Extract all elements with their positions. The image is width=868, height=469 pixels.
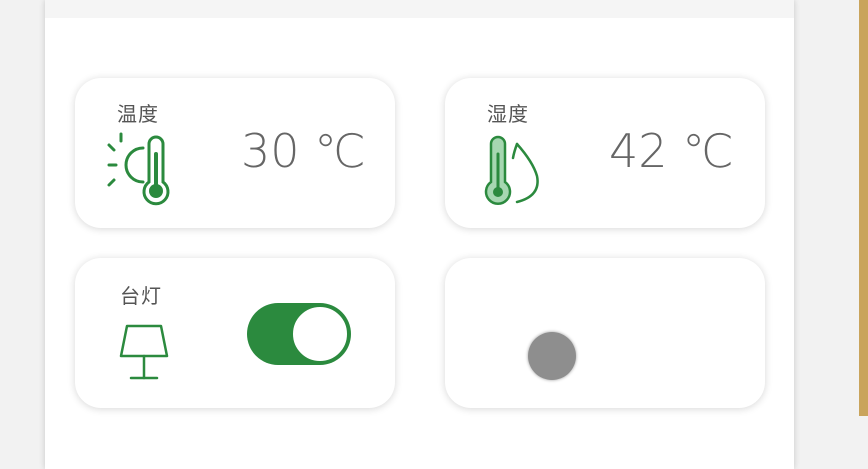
sun-thermometer-icon [107,132,170,206]
humidity-value: 42 ℃ [609,124,734,178]
humidity-thermometer-icon [484,135,539,205]
lamp-card: 台灯 [75,258,395,408]
toggle-knob [291,305,349,363]
lamp-icon [119,324,169,380]
status-card [445,258,765,408]
status-dot [528,332,576,380]
temperature-label: 温度 [117,102,159,126]
humidity-card: 湿度 42 ℃ [445,78,765,228]
side-edge [859,0,868,416]
top-strip [45,0,794,18]
lamp-toggle[interactable] [247,303,351,365]
humidity-label: 湿度 [487,102,529,126]
lamp-label: 台灯 [120,284,162,308]
temperature-card: 温度 30 ℃ [75,78,395,228]
temperature-value: 30 ℃ [241,124,366,178]
dashboard-panel: 温度 30 ℃ 湿度 42 ℃ 台灯 [45,0,794,469]
